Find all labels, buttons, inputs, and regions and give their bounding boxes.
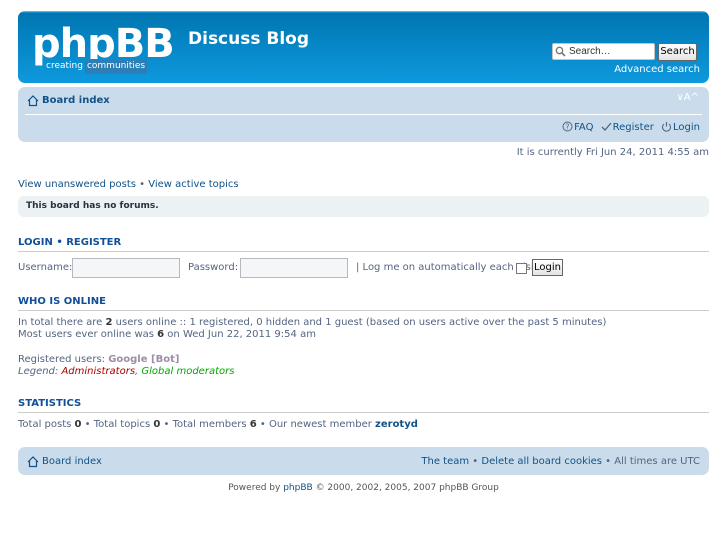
- newest-member-link[interactable]: zerotyd: [375, 419, 418, 430]
- copyright: Powered by phpBB © 2000, 2002, 2005, 200…: [0, 483, 727, 493]
- max-online-text-1: Most users ever online was: [18, 329, 158, 340]
- registered-users-label: Registered users:: [18, 354, 109, 365]
- register-label: Register: [612, 122, 654, 133]
- copyright-prefix: Powered by: [228, 483, 284, 493]
- search-input[interactable]: [552, 43, 655, 60]
- online-text-1: In total there are: [18, 317, 106, 328]
- members-count: 6: [249, 419, 257, 430]
- the-team-link[interactable]: The team: [421, 456, 469, 467]
- page: phpBB creating communities Discuss Blog S…: [0, 0, 727, 545]
- login-button[interactable]: Login: [532, 259, 563, 276]
- logo-tag-creating: creating: [46, 61, 83, 71]
- login-heading-separator: •: [56, 237, 63, 248]
- registered-users: Registered users: Google [Bot] Legend: A…: [18, 354, 234, 378]
- navbar-divider: [25, 114, 702, 115]
- statistics-heading: STATISTICS: [18, 398, 709, 413]
- no-forums-message: This board has no forums.: [26, 201, 159, 211]
- no-forums-panel: This board has no forums.: [18, 196, 709, 217]
- login-form: Username: Password: | Log me on automati…: [18, 258, 709, 278]
- phpbb-link[interactable]: phpBB: [283, 483, 312, 493]
- power-icon: [661, 122, 672, 132]
- members-label: • Total members: [160, 419, 250, 430]
- footer-separator: •: [469, 456, 482, 467]
- navbar: Board index ∨A^ ? FAQ Register Login: [18, 87, 709, 142]
- navbar-links: ? FAQ Register Login: [558, 121, 700, 133]
- login-label: Login: [673, 122, 700, 133]
- posts-count: 0: [74, 419, 82, 430]
- posts-label: Total posts: [18, 419, 75, 430]
- svg-text:?: ?: [565, 123, 569, 132]
- footer-separator: •: [602, 456, 615, 467]
- delete-cookies-link[interactable]: Delete all board cookies: [481, 456, 602, 467]
- register-heading-link[interactable]: REGISTER: [66, 237, 121, 248]
- login-link[interactable]: Login: [661, 122, 700, 133]
- max-online-text-2: on Wed Jun 22, 2011 9:54 am: [164, 329, 316, 340]
- footer-board-index[interactable]: Board index: [42, 456, 102, 467]
- topics-label: • Total topics: [81, 419, 154, 430]
- logo-tag-communities: communities: [84, 59, 148, 74]
- faq-link[interactable]: ? FAQ: [562, 121, 597, 133]
- site-logo[interactable]: phpBB creating communities: [32, 21, 180, 77]
- search-icon: [555, 46, 566, 57]
- legend-global-moderators[interactable]: Global moderators: [141, 366, 234, 377]
- username-field[interactable]: [72, 258, 180, 278]
- register-link[interactable]: Register: [601, 122, 657, 133]
- view-unanswered-link[interactable]: View unanswered posts: [18, 179, 136, 190]
- site-title: Discuss Blog: [188, 29, 310, 49]
- view-active-link[interactable]: View active topics: [148, 179, 238, 190]
- breadcrumb-board-index[interactable]: Board index: [42, 95, 110, 106]
- footer-links: The team • Delete all board cookies • Al…: [421, 456, 700, 467]
- font-size-toggle[interactable]: ∨A^: [676, 92, 699, 103]
- autologin-checkbox[interactable]: [516, 263, 527, 274]
- username-label: Username:: [18, 262, 73, 273]
- home-icon: [27, 456, 39, 468]
- online-summary: In total there are 2 users online :: 1 r…: [18, 317, 606, 341]
- header-bar: phpBB creating communities Discuss Blog S…: [18, 11, 709, 83]
- who-is-online-heading: WHO IS ONLINE: [18, 296, 709, 311]
- faq-label: FAQ: [574, 122, 594, 133]
- topic-links-separator: •: [139, 179, 146, 190]
- newest-member-label: • Our newest member: [256, 419, 376, 430]
- advanced-search-link[interactable]: Advanced search: [614, 64, 700, 75]
- topic-links: View unanswered posts • View active topi…: [18, 179, 239, 190]
- google-bot-user[interactable]: Google [Bot]: [108, 354, 179, 365]
- copyright-suffix: © 2000, 2002, 2005, 2007 phpBB Group: [312, 483, 499, 493]
- autologin-label: | Log me on automatically each visit: [356, 262, 538, 273]
- home-icon: [27, 95, 39, 107]
- login-heading: LOGIN • REGISTER: [18, 237, 709, 252]
- legend-label: Legend:: [18, 366, 62, 377]
- current-time: It is currently Fri Jun 24, 2011 4:55 am: [516, 147, 709, 158]
- statistics-summary: Total posts 0 • Total topics 0 • Total m…: [18, 419, 418, 431]
- logo-tagline: creating communities: [44, 59, 174, 74]
- register-icon: [601, 122, 612, 131]
- faq-icon: ?: [562, 121, 573, 132]
- footer-bar: Board index The team • Delete all board …: [18, 447, 709, 475]
- password-field[interactable]: [240, 258, 348, 278]
- login-heading-link[interactable]: LOGIN: [18, 237, 53, 248]
- online-text-2: users online :: 1 registered, 0 hidden a…: [112, 317, 607, 328]
- timezone-note: All times are UTC: [614, 456, 700, 467]
- legend-administrators[interactable]: Administrators: [61, 366, 135, 377]
- password-label: Password:: [188, 262, 239, 273]
- search-button[interactable]: Search: [658, 43, 697, 61]
